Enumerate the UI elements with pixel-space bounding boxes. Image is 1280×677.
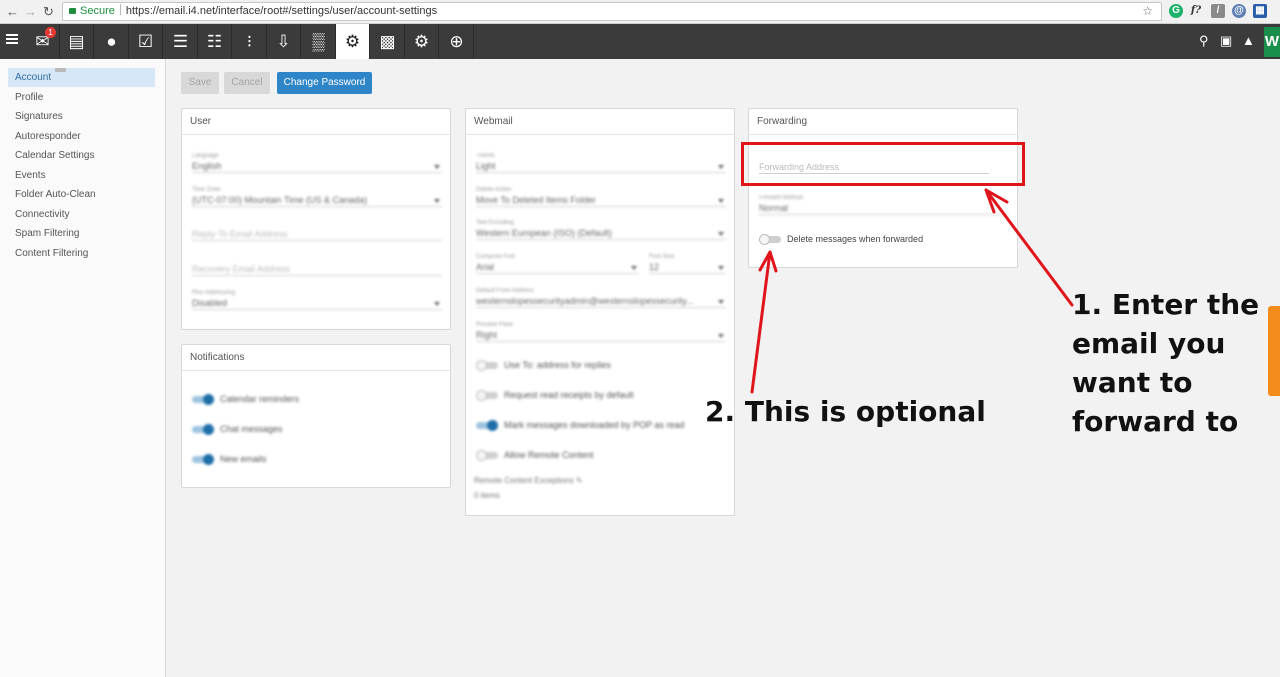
annotation-step2: 2. This is optional xyxy=(705,395,986,428)
annotation-arrow-2 xyxy=(750,250,778,394)
annotation-step1: 1. Enter the email you want to forward t… xyxy=(1072,288,1260,438)
feedback-tab[interactable] xyxy=(1268,306,1280,396)
annotation-arrow-1 xyxy=(984,188,1074,307)
